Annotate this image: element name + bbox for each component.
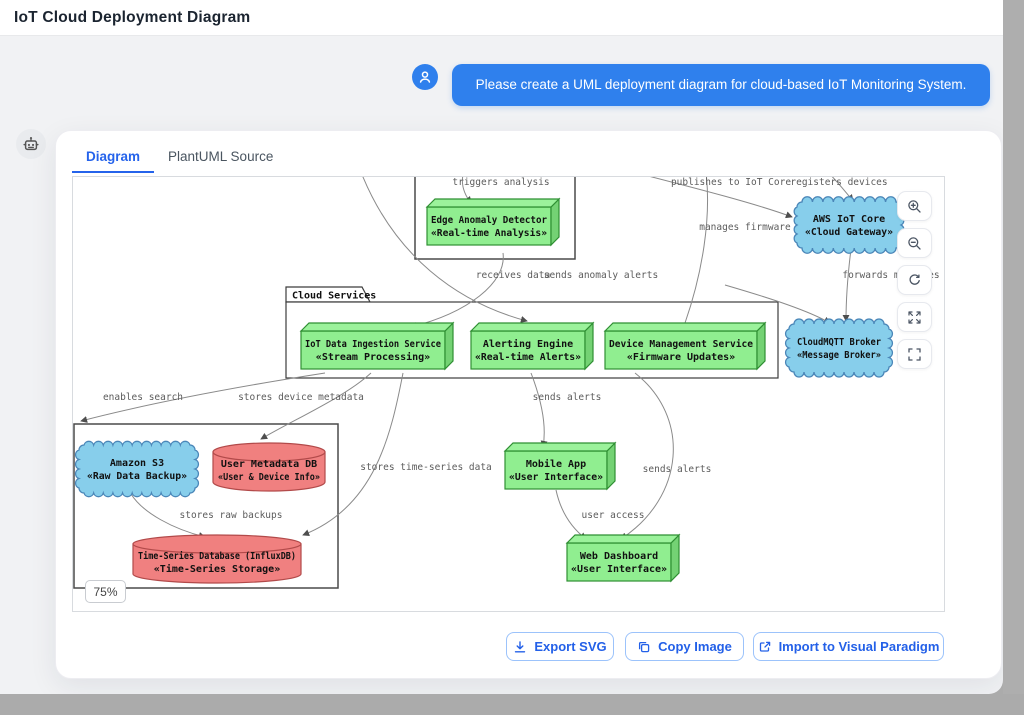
node-stereotype: «User Interface» (509, 472, 603, 483)
edge-label: sends anomaly alerts (544, 270, 658, 281)
node-label: Time-Series Database (InfluxDB) (138, 550, 296, 562)
edge-label: registers devices (790, 177, 887, 188)
node-iot-data-ingestion-service: IoT Data Ingestion Service «Stream Proce… (301, 323, 453, 369)
import-vp-label: Import to Visual Paradigm (779, 639, 940, 654)
edge-label: manages firmware (699, 222, 791, 233)
copy-image-button[interactable]: Copy Image (625, 632, 744, 661)
diagram-canvas[interactable]: Cloud Services triggers analysis publish… (72, 176, 945, 612)
node-user-metadata-db: User Metadata DB «User & Device Info» (213, 443, 325, 491)
person-icon (417, 69, 433, 85)
reset-icon (907, 273, 922, 288)
node-amazon-s3: Amazon S3 «Raw Data Backup» (76, 441, 199, 496)
edge-label: enables search (103, 392, 183, 403)
zoom-level-badge[interactable]: 75% (85, 580, 126, 603)
node-stereotype: «User & Device Info» (218, 471, 320, 483)
node-label: Edge Anomaly Detector (431, 215, 547, 226)
edge-label: stores time-series data (360, 462, 492, 473)
node-label: Alerting Engine (483, 338, 573, 350)
edge-forwards-messages (846, 249, 851, 321)
bot-avatar (16, 129, 46, 159)
download-icon (513, 640, 527, 654)
node-time-series-database: Time-Series Database (InfluxDB) «Time-Se… (133, 535, 301, 583)
user-avatar (412, 64, 438, 90)
node-edge-anomaly-detector: Edge Anomaly Detector «Real-time Analysi… (427, 199, 559, 245)
chat-user-message: Please create a UML deployment diagram f… (452, 64, 990, 106)
reset-view-button[interactable] (897, 265, 932, 295)
edge-label: user access (582, 510, 645, 521)
copy-image-label: Copy Image (658, 639, 732, 654)
window-edge-bottom (0, 694, 1024, 715)
zoom-in-button[interactable] (897, 191, 932, 221)
zoom-out-button[interactable] (897, 228, 932, 258)
fullscreen-brackets-icon (907, 347, 922, 362)
edge-label: stores device metadata (238, 392, 364, 403)
node-label: User Metadata DB (221, 459, 317, 470)
app-page: IoT Cloud Deployment Diagram Please crea… (0, 0, 1003, 694)
node-mobile-app: Mobile App «User Interface» (505, 443, 615, 489)
window-edge-right (1003, 0, 1024, 715)
edge-label: sends alerts (643, 464, 712, 475)
edge-sends-alerts-mobile (531, 373, 544, 447)
node-stereotype: «Stream Processing» (316, 351, 430, 363)
node-alerting-engine: Alerting Engine «Real-time Alerts» (471, 323, 593, 369)
page-title: IoT Cloud Deployment Diagram (14, 9, 250, 27)
robot-icon (22, 135, 40, 153)
node-label: Mobile App (526, 458, 586, 470)
export-svg-label: Export SVG (534, 639, 606, 654)
node-aws-iot-core: AWS IoT Core «Cloud Gateway» (794, 197, 904, 253)
top-bar: IoT Cloud Deployment Diagram (0, 0, 1003, 36)
tab-bar: Diagram PlantUML Source (72, 143, 287, 173)
edge-label: sends alerts (533, 392, 602, 403)
node-web-dashboard: Web Dashboard «User Interface» (567, 535, 679, 581)
node-device-management-service: Device Management Service «Firmware Upda… (605, 323, 765, 369)
node-label: Web Dashboard (580, 551, 658, 562)
tab-diagram[interactable]: Diagram (72, 149, 154, 173)
edge-label: publishes to IoT Core (671, 177, 791, 188)
edge-manages-firmware (685, 177, 708, 323)
node-stereotype: «Firmware Updates» (627, 351, 735, 363)
node-stereotype: «Message Broker» (797, 350, 881, 361)
node-label: IoT Data Ingestion Service (305, 338, 441, 350)
node-cloudmqtt-broker: CloudMQTT Broker «Message Broker» (786, 319, 893, 377)
expand-arrows-icon (907, 310, 922, 325)
canvas-controls (897, 191, 932, 369)
zoom-out-icon (907, 236, 922, 251)
export-svg-button[interactable]: Export SVG (506, 632, 614, 661)
package-label: Cloud Services (292, 290, 376, 302)
import-to-visual-paradigm-button[interactable]: Import to Visual Paradigm (753, 632, 944, 661)
node-label: Device Management Service (609, 338, 753, 350)
node-stereotype: «Raw Data Backup» (87, 471, 187, 482)
node-stereotype: «Real-time Analysis» (431, 227, 547, 239)
node-label: CloudMQTT Broker (797, 337, 881, 348)
zoom-in-icon (907, 199, 922, 214)
edge-label: receives data (476, 270, 550, 281)
copy-icon (637, 640, 651, 654)
node-stereotype: «User Interface» (571, 564, 667, 575)
node-label: AWS IoT Core (813, 214, 885, 225)
node-label: Amazon S3 (110, 458, 164, 469)
fullscreen-button[interactable] (897, 339, 932, 369)
node-stereotype: «Time-Series Storage» (154, 563, 280, 575)
tab-plantuml-source[interactable]: PlantUML Source (154, 149, 287, 173)
fit-to-screen-button[interactable] (897, 302, 932, 332)
external-link-icon (758, 640, 772, 654)
edge-label: triggers analysis (452, 177, 549, 188)
edge-label: stores raw backups (180, 510, 283, 521)
uml-deployment-diagram: Cloud Services triggers analysis publish… (73, 177, 944, 611)
node-stereotype: «Cloud Gateway» (805, 227, 893, 238)
node-stereotype: «Real-time Alerts» (475, 351, 581, 363)
